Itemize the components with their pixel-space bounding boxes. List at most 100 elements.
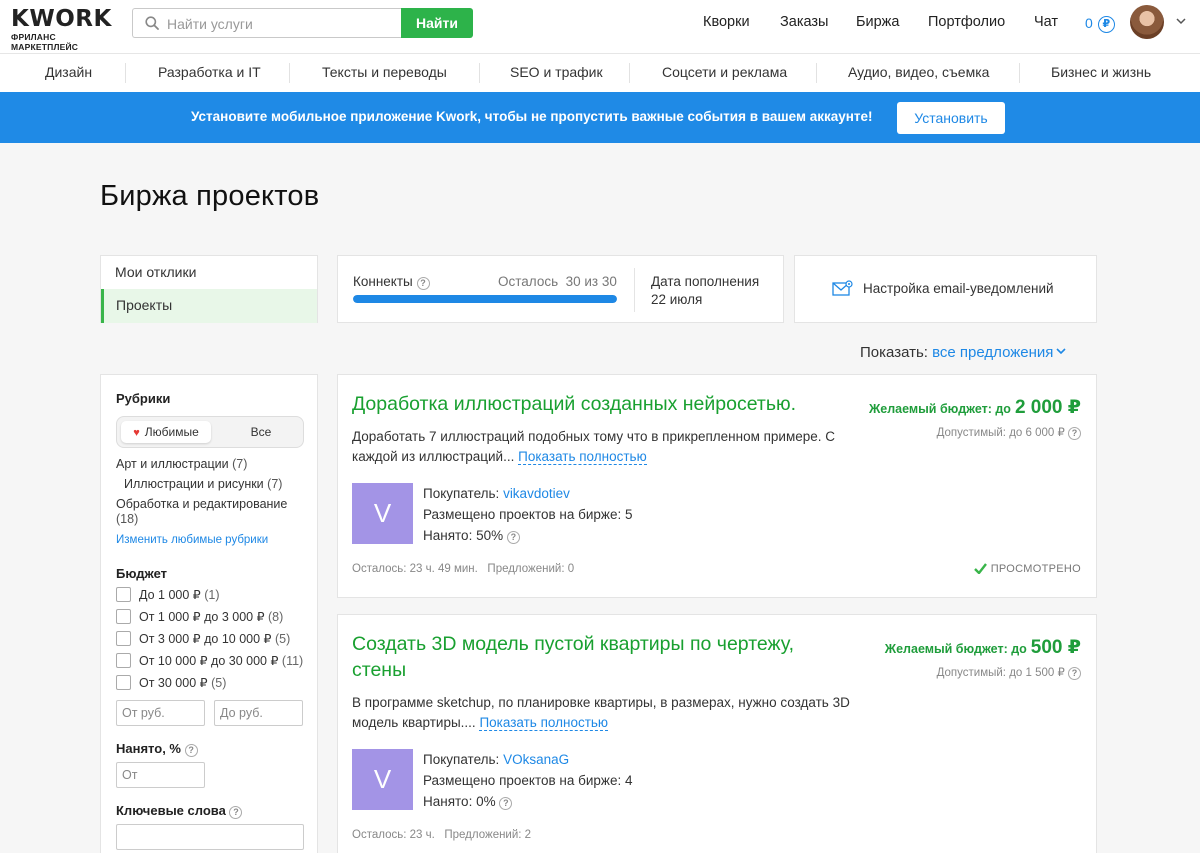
category-seo[interactable]: SEO и трафик — [510, 54, 603, 92]
balance-value: 0 — [1085, 15, 1093, 31]
project-title[interactable]: Доработка иллюстраций созданных нейросет… — [352, 391, 796, 417]
checkbox[interactable] — [116, 675, 131, 690]
top-header: KWORK ФРИЛАНС МАРКЕТПЛЕЙС Найти Кворки З… — [0, 0, 1200, 54]
budget-amount: 500 ₽ — [1030, 637, 1081, 658]
menu-my-responses[interactable]: Мои отклики — [101, 256, 317, 290]
search-icon — [145, 16, 159, 30]
project-budget: Желаемый бюджет: до 2 000 ₽ — [868, 397, 1081, 418]
help-icon[interactable]: ? — [1068, 667, 1081, 680]
checkbox[interactable] — [116, 631, 131, 646]
show-filter[interactable]: Показать: все предложения — [860, 344, 1066, 361]
search-input[interactable] — [167, 13, 397, 35]
connects-progress-bar — [353, 295, 617, 303]
category-social[interactable]: Соцсети и реклама — [662, 54, 787, 92]
buyer-avatar[interactable]: V — [352, 483, 413, 544]
nav-chat[interactable]: Чат — [1034, 0, 1058, 44]
project-title[interactable]: Создать 3D модель пустой квартиры по чер… — [352, 631, 852, 683]
budget-title: Бюджет — [116, 566, 167, 581]
show-value[interactable]: все предложения — [932, 344, 1053, 361]
budget-option[interactable]: От 30 000 ₽ (5) — [116, 675, 226, 691]
chevron-down-icon[interactable] — [1176, 17, 1186, 25]
show-more-link[interactable]: Показать полностью — [518, 449, 647, 465]
divider — [634, 268, 635, 312]
nav-portfolio[interactable]: Портфолио — [928, 0, 1005, 44]
checkbox[interactable] — [116, 609, 131, 624]
heart-icon: ♥ — [133, 427, 140, 439]
category-divider — [289, 63, 290, 83]
project-description: В программе sketchup, по планировке квар… — [352, 695, 850, 731]
hired-percent: Нанято: 50% ? — [423, 525, 632, 546]
user-avatar[interactable] — [1130, 5, 1164, 39]
menu-projects[interactable]: Проекты — [101, 289, 317, 323]
help-icon[interactable]: ? — [416, 277, 430, 290]
budget-from-input[interactable] — [116, 700, 205, 726]
project-card: Создать 3D модель пустой квартиры по чер… — [337, 614, 1097, 853]
project-meta: Осталось: 23 ч. 49 мин. Предложений: 0 — [352, 563, 575, 575]
category-texts[interactable]: Тексты и переводы — [322, 54, 447, 92]
rubrics-toggle: ♥ Любимые Все — [116, 416, 304, 448]
help-icon[interactable]: ? — [506, 531, 520, 544]
search-button[interactable]: Найти — [401, 8, 473, 38]
left-menu: Мои отклики Проекты — [100, 255, 318, 323]
show-more-link[interactable]: Показать полностью — [479, 715, 609, 731]
show-label: Показать: — [860, 344, 928, 361]
buyer-avatar[interactable]: V — [352, 749, 413, 810]
kwork-logo[interactable]: KWORK ФРИЛАНС МАРКЕТПЛЕЙС — [11, 6, 121, 52]
category-bar: Дизайн Разработка и IT Тексты и переводы… — [0, 54, 1200, 92]
nav-kworks[interactable]: Кворки — [703, 0, 750, 44]
category-divider — [1019, 63, 1020, 83]
help-icon[interactable]: ? — [1068, 427, 1081, 440]
balance[interactable]: 0 ₽ — [1085, 12, 1115, 34]
keywords-input[interactable] — [116, 824, 304, 850]
rubric-item[interactable]: Обработка и редактирование (18) — [116, 497, 301, 527]
help-icon[interactable]: ? — [499, 797, 513, 810]
rubrics-title: Рубрики — [116, 391, 171, 406]
nav-exchange[interactable]: Биржа — [856, 0, 899, 44]
page-title: Биржа проектов — [100, 180, 320, 212]
buyer-link[interactable]: vikavdotiev — [503, 486, 570, 501]
edit-rubrics-link[interactable]: Изменить любимые рубрики — [116, 534, 268, 546]
checkbox[interactable] — [116, 587, 131, 602]
category-divider — [479, 63, 480, 83]
connects-card: Коннекты ? Осталось 30 из 30 Дата пополн… — [337, 255, 784, 323]
category-design[interactable]: Дизайн — [45, 54, 92, 92]
placed-projects: Размещено проектов на бирже: 5 — [423, 507, 633, 522]
rubric-item[interactable]: Иллюстрации и рисунки (7) — [124, 477, 282, 492]
rubric-item[interactable]: Арт и иллюстрации (7) — [116, 457, 247, 472]
project-allowed-budget: Допустимый: до 1 500 ₽ ? — [937, 665, 1081, 680]
buyer-link[interactable]: VOksanaG — [503, 752, 569, 767]
keywords-title: Ключевые слова ? — [116, 803, 243, 819]
budget-option[interactable]: От 10 000 ₽ до 30 000 ₽ (11) — [116, 653, 303, 669]
category-development[interactable]: Разработка и IT — [158, 54, 261, 92]
nav-orders[interactable]: Заказы — [780, 0, 828, 44]
budget-option[interactable]: От 3 000 ₽ до 10 000 ₽ (5) — [116, 631, 290, 647]
search-bar: Найти — [132, 8, 473, 38]
refill-date: 22 июля — [651, 292, 703, 307]
budget-to-input[interactable] — [214, 700, 303, 726]
install-app-button[interactable]: Установить — [897, 102, 1005, 134]
logo-word: KWORK — [11, 6, 112, 32]
toggle-all[interactable]: Все — [221, 421, 301, 443]
category-business[interactable]: Бизнес и жизнь — [1051, 54, 1151, 92]
email-gear-icon — [832, 280, 853, 296]
project-allowed-budget: Допустимый: до 6 000 ₽ ? — [937, 425, 1081, 440]
project-meta: Осталось: 23 ч. Предложений: 2 — [352, 829, 532, 841]
placed-projects: Размещено проектов на бирже: 4 — [423, 773, 633, 788]
budget-option[interactable]: До 1 000 ₽ (1) — [116, 587, 220, 603]
toggle-favorites[interactable]: ♥ Любимые — [121, 421, 211, 443]
category-divider — [125, 63, 126, 83]
help-icon[interactable]: ? — [184, 744, 198, 757]
connects-remaining: Осталось 30 из 30 — [498, 274, 617, 289]
budget-option[interactable]: От 1 000 ₽ до 3 000 ₽ (8) — [116, 609, 283, 625]
buyer-info: Покупатель: vikavdotiev Размещено проект… — [423, 483, 632, 546]
help-icon[interactable]: ? — [229, 806, 243, 819]
email-settings-link: Настройка email-уведомлений — [863, 281, 1054, 296]
filters-panel: Рубрики ♥ Любимые Все Арт и иллюстрации (… — [100, 374, 318, 853]
checkbox[interactable] — [116, 653, 131, 668]
email-settings-card[interactable]: Настройка email-уведомлений — [794, 255, 1097, 323]
connects-label: Коннекты ? — [353, 274, 430, 290]
ruble-icon: ₽ — [1097, 16, 1115, 33]
buyer-info: Покупатель: VOksanaG Размещено проектов … — [423, 749, 632, 812]
category-audio-video[interactable]: Аудио, видео, съемка — [848, 54, 989, 92]
hired-from-input[interactable] — [116, 762, 205, 788]
